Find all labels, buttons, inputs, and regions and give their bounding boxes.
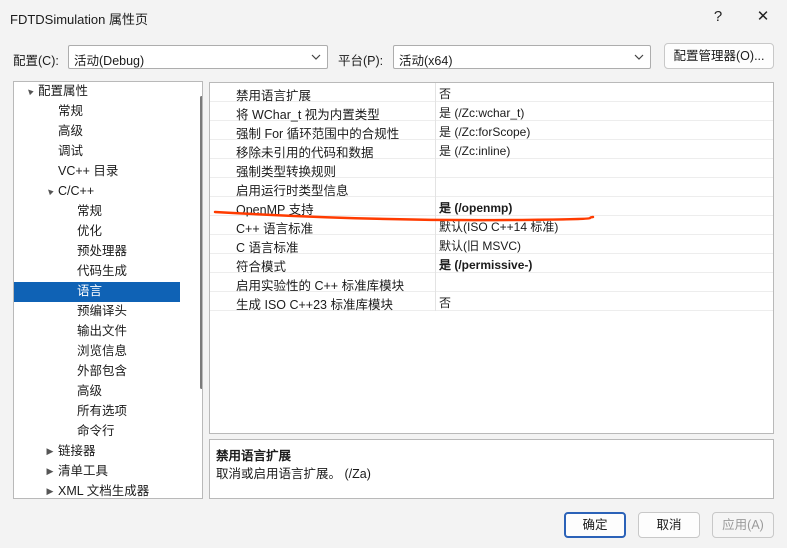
- property-row[interactable]: 启用运行时类型信息: [210, 178, 773, 198]
- description-title: 禁用语言扩展: [216, 449, 292, 463]
- tree-item[interactable]: 命令行: [14, 422, 194, 442]
- title-bar: FDTDSimulation 属性页 ? ✕: [0, 0, 787, 34]
- category-tree: ▲ 配置属性 常规 高级 调试 VC++ 目录 ▲ C/C++ 常规 优化 预处理器 代码生成 语言 预编…: [13, 81, 203, 499]
- chevron-down-icon: [309, 49, 323, 65]
- tree-item-label: 高级: [58, 124, 84, 138]
- tree-item[interactable]: ▶ 清单工具: [14, 462, 194, 482]
- tree-scrollbar[interactable]: [200, 96, 202, 389]
- platform-label: 平台(P):: [338, 54, 384, 68]
- tree-item[interactable]: 高级: [14, 122, 194, 142]
- property-value[interactable]: 否: [439, 85, 451, 102]
- tree-item[interactable]: ▶ 链接器: [14, 442, 194, 462]
- ok-button[interactable]: 确定: [564, 512, 626, 538]
- tree-item[interactable]: ▲ 配置属性: [14, 82, 194, 102]
- tree-item[interactable]: VC++ 目录: [14, 162, 194, 182]
- tree-item-label: 常规: [77, 204, 103, 218]
- cancel-button[interactable]: 取消: [638, 512, 700, 538]
- expand-icon[interactable]: ▶: [44, 462, 56, 481]
- tree-item-label: 代码生成: [77, 264, 128, 278]
- property-value[interactable]: 是 (/permissive-): [439, 256, 532, 273]
- help-icon[interactable]: ?: [701, 4, 735, 30]
- platform-value: 活动(x64): [399, 54, 453, 68]
- property-row[interactable]: 符合模式是 (/permissive-): [210, 254, 773, 274]
- tree-item[interactable]: 预编译头: [14, 302, 194, 322]
- property-value[interactable]: 是 (/Zc:inline): [439, 142, 510, 159]
- platform-select[interactable]: 活动(x64): [393, 45, 651, 69]
- config-select[interactable]: 活动(Debug): [68, 45, 328, 69]
- apply-button[interactable]: 应用(A): [712, 512, 774, 538]
- tree-item[interactable]: 常规: [14, 102, 194, 122]
- tree-item[interactable]: 预处理器: [14, 242, 194, 262]
- tree-item-label: 链接器: [58, 444, 96, 458]
- tree-item[interactable]: 外部包含: [14, 362, 194, 382]
- tree-item[interactable]: 浏览信息: [14, 342, 194, 362]
- column-separator[interactable]: [435, 83, 436, 311]
- annotation-underline: [213, 210, 595, 222]
- tree-item-label: 预处理器: [77, 244, 128, 258]
- tree-item-label: 浏览信息: [77, 344, 128, 358]
- property-value[interactable]: 否: [439, 294, 451, 311]
- tree-item-label: 高级: [77, 384, 103, 398]
- tree-item-label: 优化: [77, 224, 103, 238]
- tree-item-label: VC++ 目录: [58, 164, 119, 178]
- expand-icon[interactable]: ▶: [44, 482, 56, 498]
- tree-item-label: 命令行: [77, 424, 115, 438]
- tree-item-label: 语言: [77, 284, 103, 298]
- tree-item-label: 输出文件: [77, 324, 128, 338]
- window-title: FDTDSimulation 属性页: [10, 12, 148, 27]
- tree-item-label: 调试: [58, 144, 84, 158]
- description-panel: 禁用语言扩展 取消或启用语言扩展。 (/Za): [209, 439, 774, 499]
- tree-item-label: 预编译头: [77, 304, 128, 318]
- tree-item[interactable]: 常规: [14, 202, 194, 222]
- property-row[interactable]: 启用实验性的 C++ 标准库模块: [210, 273, 773, 293]
- property-row[interactable]: C 语言标准 默认(旧 MSVC): [210, 235, 773, 255]
- tree-item[interactable]: 调试: [14, 142, 194, 162]
- tree-item-label: XML 文档生成器: [58, 484, 150, 498]
- tree-item-label: 所有选项: [77, 404, 128, 418]
- config-label: 配置(C):: [13, 54, 59, 68]
- property-value[interactable]: 是 (/Zc:forScope): [439, 123, 530, 140]
- property-row[interactable]: 强制类型转换规则: [210, 159, 773, 179]
- tree-item[interactable]: 语言: [14, 282, 180, 302]
- property-pages-dialog: FDTDSimulation 属性页 ? ✕ 配置(C): 活动(Debug) …: [0, 0, 787, 548]
- expand-icon[interactable]: ▶: [44, 442, 56, 461]
- tree-item-label: 配置属性: [38, 84, 89, 98]
- tree-item[interactable]: 输出文件: [14, 322, 194, 342]
- tree-item-label: 清单工具: [58, 464, 109, 478]
- property-name: 生成 ISO C++23 标准库模块: [236, 298, 393, 312]
- tree-item[interactable]: ▲ C/C++: [14, 182, 194, 202]
- tree-item[interactable]: 所有选项: [14, 402, 194, 422]
- configuration-manager-button[interactable]: 配置管理器(O)...: [664, 43, 774, 69]
- property-row[interactable]: 将 WChar_t 视为内置类型是 (/Zc:wchar_t): [210, 102, 773, 122]
- tree-item[interactable]: 高级: [14, 382, 194, 402]
- config-value: 活动(Debug): [74, 54, 145, 68]
- property-row[interactable]: 禁用语言扩展否: [210, 83, 773, 103]
- tree-item-label: 外部包含: [77, 364, 128, 378]
- property-row[interactable]: 强制 For 循环范围中的合规性是 (/Zc:forScope): [210, 121, 773, 141]
- tree-item[interactable]: ▶ XML 文档生成器: [14, 482, 194, 498]
- property-value[interactable]: 是 (/Zc:wchar_t): [439, 104, 524, 121]
- property-row[interactable]: 生成 ISO C++23 标准库模块 否: [210, 292, 773, 312]
- tree-item[interactable]: 代码生成: [14, 262, 194, 282]
- property-value[interactable]: 默认(旧 MSVC): [439, 237, 521, 254]
- chevron-down-icon: [632, 49, 646, 65]
- tree-item-label: 常规: [58, 104, 84, 118]
- tree-item[interactable]: 优化: [14, 222, 194, 242]
- description-text: 取消或启用语言扩展。 (/Za): [216, 467, 371, 481]
- property-grid: 禁用语言扩展否将 WChar_t 视为内置类型是 (/Zc:wchar_t) 强制…: [209, 82, 774, 434]
- tree-item-label: C/C++: [58, 184, 95, 198]
- property-row[interactable]: 移除未引用的代码和数据是 (/Zc:inline): [210, 140, 773, 160]
- close-icon[interactable]: ✕: [746, 4, 780, 30]
